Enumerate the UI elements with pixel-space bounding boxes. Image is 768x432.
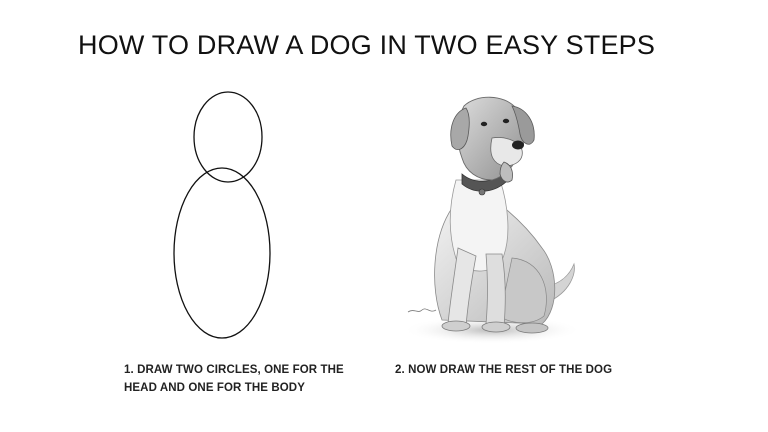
step-2-line-1: 2. NOW DRAW THE REST OF THE DOG (395, 364, 613, 376)
slide-title: HOW TO DRAW A DOG IN TWO EASY STEPS (78, 30, 656, 60)
slide: HOW TO DRAW A DOG IN TWO EASY STEPS 1. D… (0, 0, 768, 432)
two-circles-drawing (173, 91, 271, 339)
dog-sketch-image (402, 96, 582, 344)
step-1-line-2: HEAD AND ONE FOR THE BODY (124, 382, 305, 394)
step-1-caption: 1. DRAW TWO CIRCLES, ONE FOR THE HEAD AN… (124, 361, 364, 397)
step-1-line-1: 1. DRAW TWO CIRCLES, ONE FOR THE (124, 364, 344, 376)
step-2-caption: 2. NOW DRAW THE REST OF THE DOG (395, 361, 655, 379)
body-circle (173, 167, 271, 339)
